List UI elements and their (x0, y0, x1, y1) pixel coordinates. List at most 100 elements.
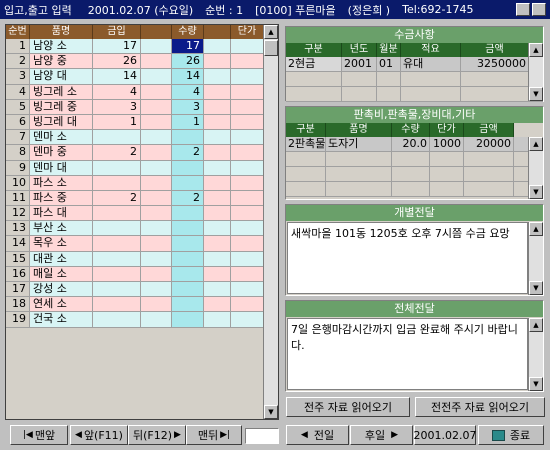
cell-in[interactable]: 3 (93, 99, 141, 114)
table-row[interactable]: 18 연세 소 (6, 297, 264, 313)
cell-qty[interactable] (172, 297, 204, 312)
cell-blank[interactable] (204, 175, 231, 190)
cell-blank[interactable] (204, 84, 231, 99)
scroll-down-icon[interactable]: ▼ (529, 185, 543, 199)
scroll-up-icon[interactable]: ▲ (529, 137, 543, 151)
sales-row[interactable] (286, 167, 543, 182)
cell-qty[interactable] (172, 221, 204, 236)
cell-blank[interactable] (204, 236, 231, 251)
cell-in[interactable] (93, 297, 141, 312)
cell-qty[interactable]: 3 (172, 99, 204, 114)
cell-qty[interactable] (172, 266, 204, 281)
cell-blank[interactable] (204, 69, 231, 84)
cell-blank[interactable] (204, 145, 231, 160)
read-prev-week-button[interactable]: 전주 자료 읽어오기 (286, 397, 410, 417)
cell-name[interactable]: 대관 소 (30, 251, 93, 266)
cell-qty[interactable] (172, 175, 204, 190)
table-row[interactable]: 4 빙그레 소44 (6, 84, 264, 100)
cell-price[interactable] (231, 160, 264, 175)
cell-blank[interactable] (204, 114, 231, 130)
scroll-up-icon[interactable]: ▲ (529, 43, 543, 57)
cell-name[interactable]: 매일 소 (30, 266, 93, 281)
cell-blank[interactable] (141, 221, 172, 236)
table-row[interactable]: 10 파스 소 (6, 175, 264, 191)
cell-name[interactable]: 목우 소 (30, 236, 93, 251)
cell-name[interactable]: 남양 중 (30, 54, 93, 69)
read-prev-prev-week-button[interactable]: 전전주 자료 읽어오기 (415, 397, 545, 417)
scroll-down-icon[interactable]: ▼ (529, 377, 543, 391)
cell-in[interactable] (93, 312, 141, 327)
cell-price[interactable] (231, 175, 264, 190)
cell-price[interactable] (231, 251, 264, 266)
cell-blank[interactable] (141, 190, 172, 206)
cell-name[interactable]: 파스 대 (30, 206, 93, 221)
cell-price[interactable] (231, 114, 264, 130)
cell-blank[interactable] (204, 130, 231, 145)
table-row[interactable]: 5 빙그레 중33 (6, 99, 264, 115)
cell-qty[interactable]: 1 (172, 114, 204, 130)
cell-blank[interactable] (141, 69, 172, 84)
cell-blank[interactable] (204, 221, 231, 236)
cell-in[interactable]: 17 (93, 39, 141, 54)
cell-price[interactable] (231, 84, 264, 99)
cell-in[interactable]: 4 (93, 84, 141, 99)
cell-qty[interactable] (172, 236, 204, 251)
sales-row[interactable]: 2판촉물 도자기 20.0 1000 20000 (286, 137, 543, 152)
table-row[interactable]: 17 강성 소 (6, 282, 264, 298)
cell-in[interactable] (93, 221, 141, 236)
table-row[interactable]: 2 남양 중 26 26 (6, 54, 264, 70)
cell-blank[interactable] (141, 84, 172, 99)
table-row[interactable]: 6 빙그레 대11 (6, 114, 264, 131)
cell-qty[interactable]: 14 (172, 69, 204, 84)
cell-blank[interactable] (141, 160, 172, 175)
cell-price[interactable] (231, 312, 264, 327)
table-row[interactable]: 12 파스 대 (6, 206, 264, 222)
cell-in[interactable]: 26 (93, 54, 141, 69)
cell-name[interactable]: 빙그레 대 (30, 114, 93, 130)
scroll-up-icon[interactable]: ▲ (529, 222, 543, 236)
cell-blank[interactable] (204, 206, 231, 221)
cell-blank[interactable] (141, 251, 172, 266)
page-input[interactable] (245, 428, 279, 444)
cell-blank[interactable] (204, 282, 231, 297)
scroll-thumb[interactable] (264, 40, 278, 56)
cell-blank[interactable] (204, 160, 231, 175)
cell-blank[interactable] (204, 312, 231, 327)
cell-blank[interactable] (141, 175, 172, 190)
broadcast-message-textarea[interactable]: 7일 은행마감시간까지 입금 완료해 주시기 바랍니다. (287, 318, 528, 390)
cell-name[interactable]: 덴마 대 (30, 160, 93, 175)
collection-row[interactable]: 2현금 2001 01 유대 3250000 (286, 57, 543, 72)
cell-price[interactable] (231, 266, 264, 281)
product-grid[interactable]: 순번 품명 금입 수량 단가 1 남양 소 17 17 2 남양 중 26 26 3 남양 대 14… (5, 24, 279, 420)
table-row[interactable]: 1 남양 소 17 17 (6, 39, 264, 55)
cell-price[interactable] (231, 130, 264, 145)
cell-blank[interactable] (204, 266, 231, 281)
table-row[interactable]: 3 남양 대 14 14 (6, 69, 264, 85)
sales-scrollbar[interactable]: ▲ ▼ (528, 137, 543, 199)
collection-row[interactable] (286, 87, 543, 102)
table-row[interactable]: 16 매일 소 (6, 266, 264, 282)
cell-qty[interactable]: 17 (172, 39, 204, 54)
cell-blank[interactable] (141, 312, 172, 327)
cell-name[interactable]: 강성 소 (30, 282, 93, 297)
cell-name[interactable]: 남양 대 (30, 69, 93, 84)
table-row[interactable]: 7 덴마 소 (6, 130, 264, 146)
cell-in[interactable]: 2 (93, 190, 141, 206)
cell-price[interactable] (231, 282, 264, 297)
cell-qty[interactable] (172, 160, 204, 175)
cell-qty[interactable] (172, 312, 204, 327)
individual-message-textarea[interactable]: 새싹마을 101동 1205호 오후 7시쯤 수금 요망 (287, 222, 528, 294)
cell-qty[interactable]: 26 (172, 54, 204, 69)
cell-name[interactable]: 파스 중 (30, 190, 93, 206)
cell-blank[interactable] (204, 251, 231, 266)
cell-blank[interactable] (141, 282, 172, 297)
cell-blank[interactable] (141, 99, 172, 114)
cell-qty[interactable] (172, 251, 204, 266)
scroll-down-icon[interactable]: ▼ (529, 281, 543, 295)
collection-row[interactable] (286, 72, 543, 87)
cell-blank[interactable] (141, 236, 172, 251)
cell-name[interactable]: 건국 소 (30, 312, 93, 327)
cell-blank[interactable] (141, 297, 172, 312)
cell-price[interactable] (231, 236, 264, 251)
cell-price[interactable] (231, 54, 264, 69)
